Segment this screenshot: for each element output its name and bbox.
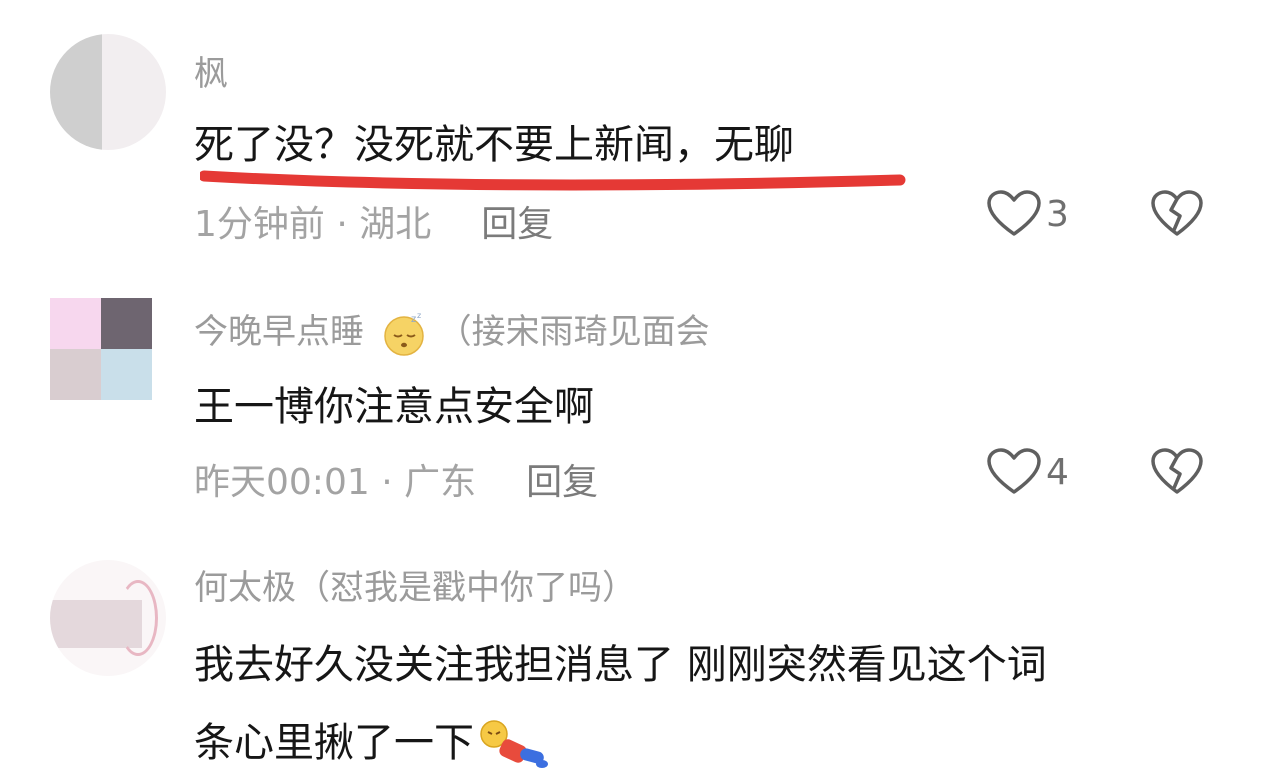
comment-meta: 昨天00:01 · 广东 回复 [194, 453, 598, 505]
like-count: 4 [1046, 451, 1069, 493]
sleeping-face-icon: z z [384, 311, 424, 356]
author-name: 今晚早点睡 [194, 312, 364, 352]
reply-button[interactable]: 回复 [526, 462, 598, 503]
red-underline-annotation [200, 170, 906, 191]
comment-text: 死了没？没死就不要上新闻，无聊 [194, 122, 794, 168]
svg-text:z: z [417, 311, 421, 320]
avatar[interactable] [50, 298, 152, 400]
avatar[interactable] [50, 34, 166, 150]
fallen-person-icon [480, 720, 548, 768]
comment-meta: 1分钟前 · 湖北 回复 [194, 195, 553, 247]
comment-author[interactable]: 枫 [194, 46, 228, 95]
time-location: 1分钟前 · 湖北 [194, 204, 432, 245]
comment-text-line1: 我去好久没关注我担消息了 刚刚突然看见这个词 [194, 642, 1047, 688]
like-count: 3 [1046, 193, 1069, 235]
time-location: 昨天00:01 · 广东 [194, 462, 477, 503]
svg-text:z: z [411, 314, 416, 325]
heart-icon [987, 448, 1041, 494]
reply-button[interactable]: 回复 [481, 204, 553, 245]
comment-text-line2: 条心里揪了一下 [194, 710, 550, 774]
comment-text-line2-label: 条心里揪了一下 [194, 720, 474, 766]
like-button[interactable]: 3 [986, 190, 1086, 238]
broken-heart-icon[interactable] [1150, 190, 1204, 238]
heart-icon [987, 190, 1041, 236]
comment-text: 王一博你注意点安全啊 [194, 384, 594, 430]
comment-author[interactable]: 今晚早点睡 z z （接宋雨琦见面会 [194, 304, 710, 357]
comment-actions: 3 [986, 190, 1204, 238]
author-suffix: （接宋雨琦见面会 [437, 312, 710, 352]
broken-heart-icon[interactable] [1150, 448, 1204, 496]
comment-author[interactable]: 何太极（怼我是戳中你了吗） [194, 560, 636, 609]
avatar[interactable] [50, 560, 166, 676]
like-button[interactable]: 4 [986, 448, 1086, 496]
comment-actions: 4 [986, 448, 1204, 496]
